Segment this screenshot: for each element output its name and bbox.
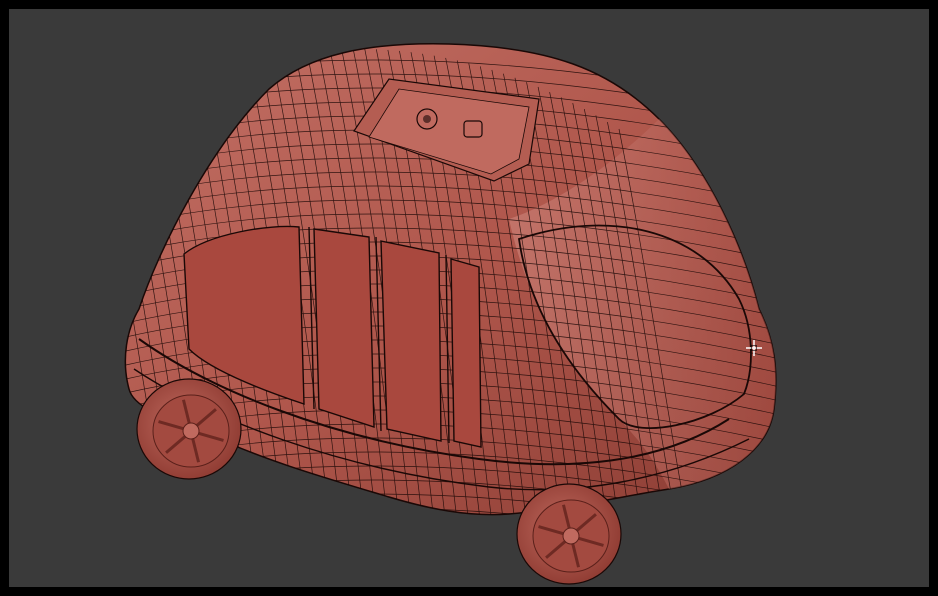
rear-wheel — [136, 378, 242, 480]
viewport-scene[interactable] — [9, 9, 929, 587]
3d-viewport[interactable] — [9, 9, 929, 587]
application-window — [0, 0, 938, 596]
front-wheel — [516, 483, 622, 585]
shuttle-bus-model[interactable] — [99, 43, 789, 571]
